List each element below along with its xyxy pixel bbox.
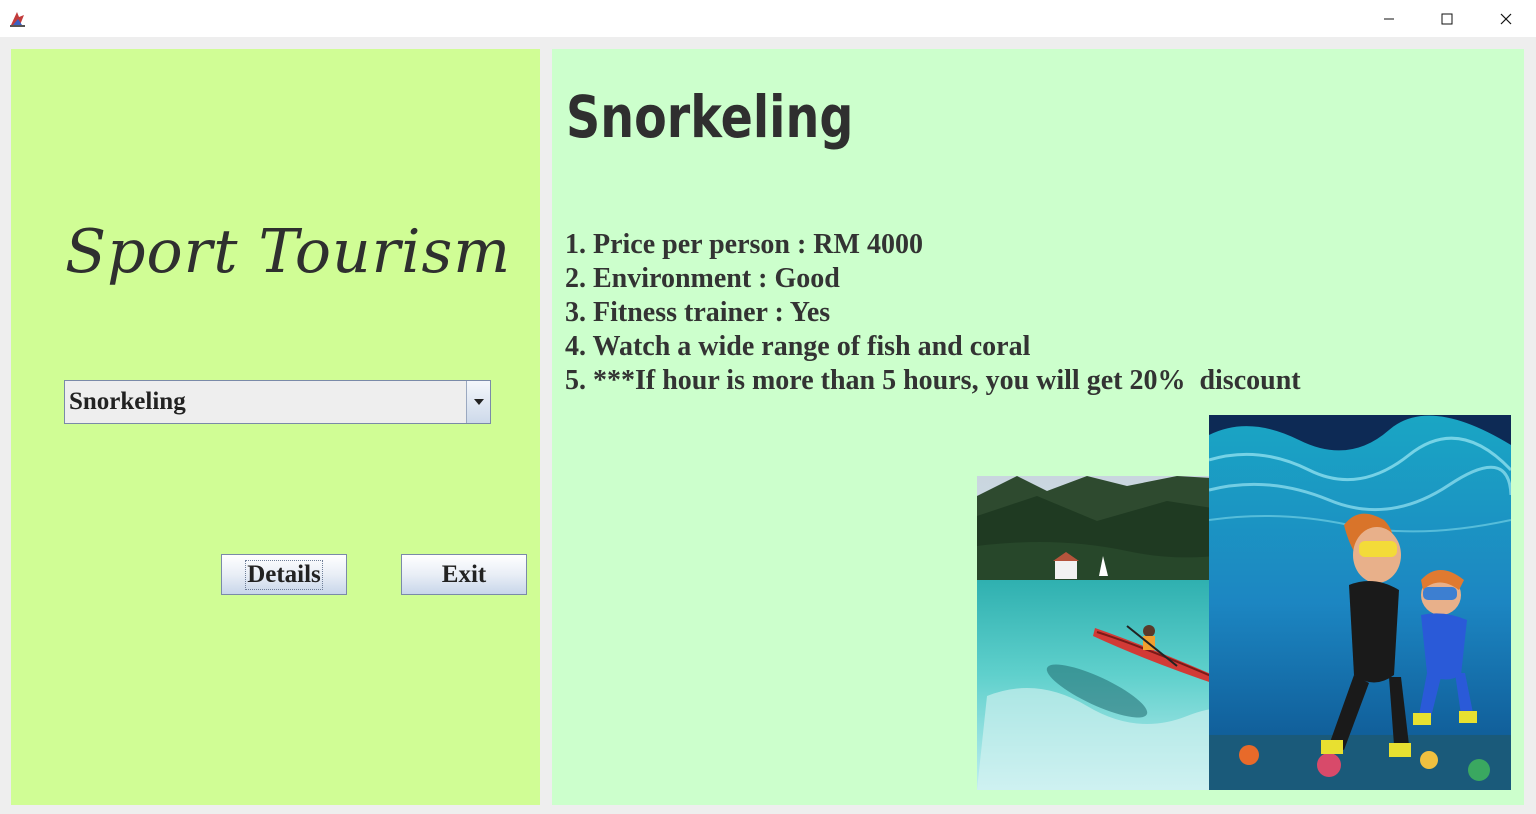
maximize-icon [1441,13,1453,24]
left-panel: Sport Tourism Snorkeling Details Exit [11,49,540,805]
minimize-icon [1384,18,1394,19]
detail-item-price: 1. Price per person : RM 4000 [565,229,923,260]
minimize-button[interactable] [1360,0,1418,37]
detail-item-trainer: 3. Fitness trainer : Yes [565,297,831,328]
exit-button-label: Exit [441,560,487,588]
detail-item-discount: 5. ***If hour is more than 5 hours, you … [565,365,1301,396]
details-button-label: Details [245,559,323,590]
detail-item-description: 4. Watch a wide range of fish and coral [565,331,1031,362]
chevron-down-icon [473,399,484,405]
maximize-button[interactable] [1418,0,1476,37]
close-button[interactable] [1477,0,1535,37]
window-titlebar [0,0,1536,37]
activity-combobox[interactable]: Snorkeling [64,380,491,424]
activity-title: Snorkeling [566,83,854,151]
combobox-selected-value: Snorkeling [69,388,186,415]
combobox-arrow-button[interactable] [466,381,490,423]
java-app-icon [8,9,27,28]
snorkeling-photo [1209,415,1511,790]
details-button[interactable]: Details [221,554,347,595]
exit-button[interactable]: Exit [401,554,527,595]
close-icon [1500,13,1512,24]
details-list: 1. Price per person : RM 4000 2. Environ… [565,228,1301,398]
right-panel: Snorkeling 1. Price per person : RM 4000… [552,49,1524,805]
detail-item-environment: 2. Environment : Good [565,263,840,294]
brand-title: Sport Tourism [65,217,512,287]
